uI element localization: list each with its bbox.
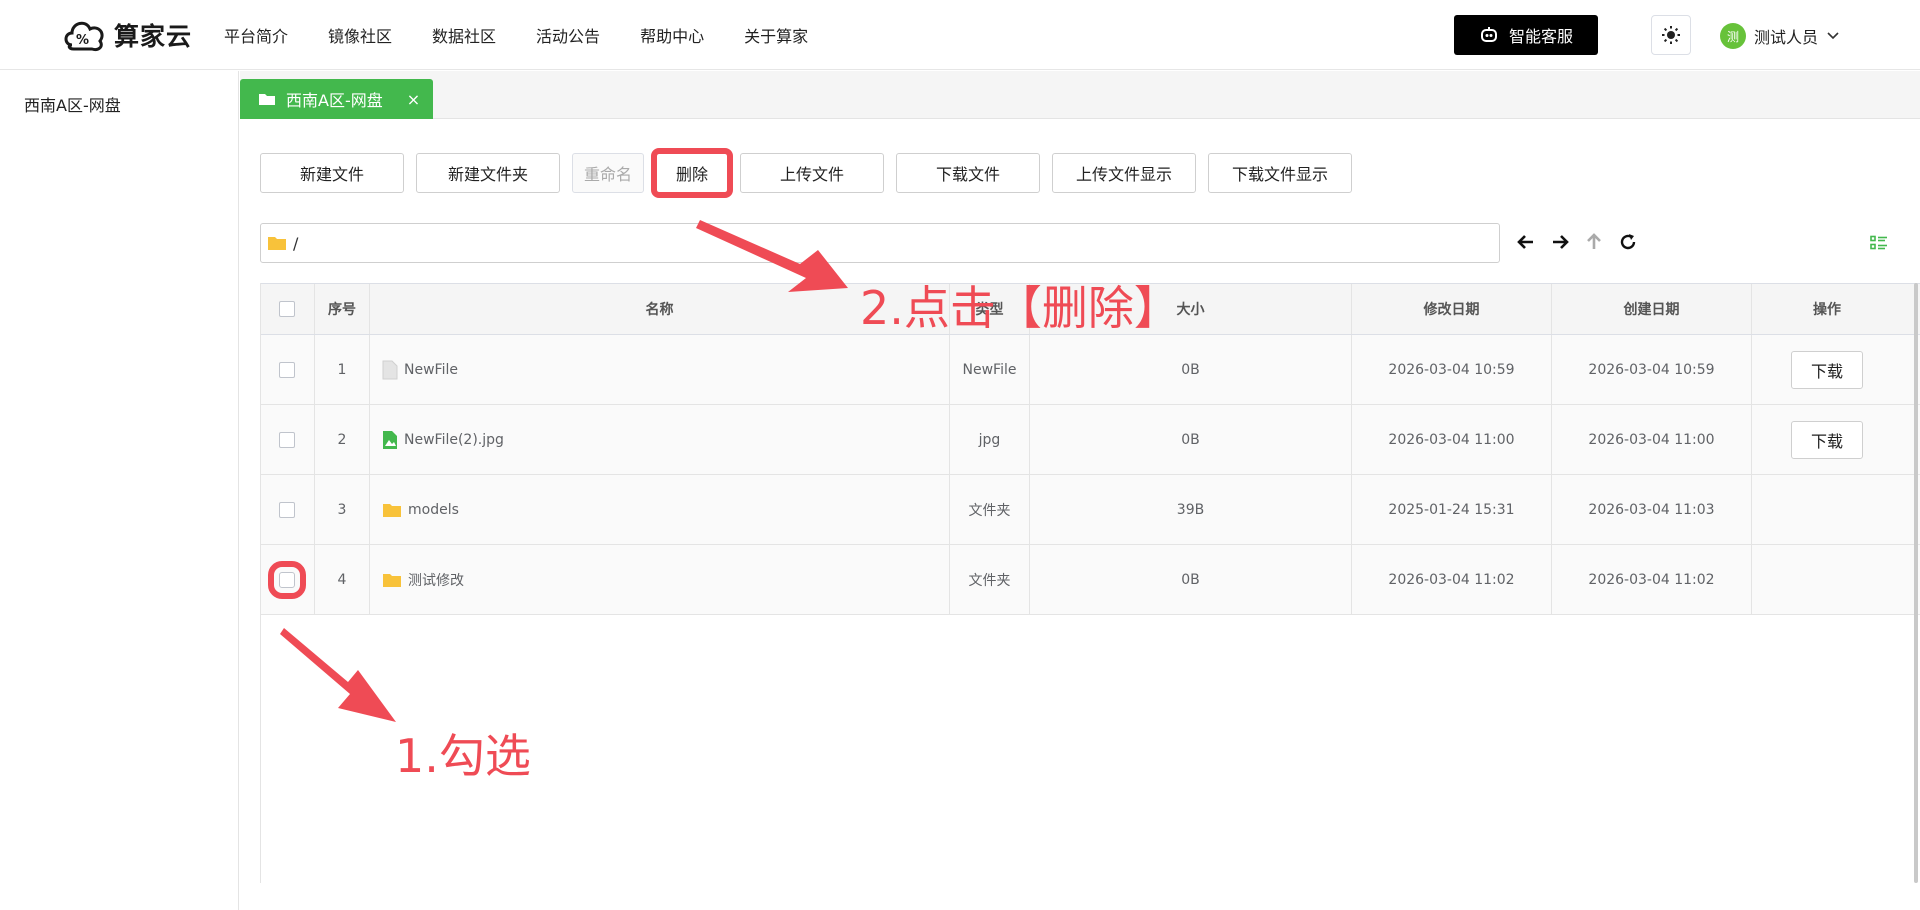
path-value: / xyxy=(293,233,299,253)
delete-button[interactable]: 删除 xyxy=(651,148,733,198)
tab-label: 西南A区-网盘 xyxy=(286,91,383,110)
table-row[interactable]: 2 NewFile(2).jpg jpg 0B 2026-03-04 11:00… xyxy=(260,405,1920,475)
row-index: 3 xyxy=(315,475,370,544)
nav-item-help[interactable]: 帮助中心 xyxy=(640,23,704,47)
file-icon xyxy=(382,360,398,379)
file-size: 0B xyxy=(1030,545,1352,614)
nav-item-events[interactable]: 活动公告 xyxy=(536,23,600,47)
rename-button[interactable]: 重命名 xyxy=(572,153,644,193)
file-name-link[interactable]: models xyxy=(382,502,459,518)
folder-icon xyxy=(383,503,401,517)
path-navigation xyxy=(1516,231,1638,253)
file-modified: 2026-03-04 11:00 xyxy=(1352,405,1552,474)
file-size: 39B xyxy=(1030,475,1352,544)
file-created: 2026-03-04 11:02 xyxy=(1552,545,1752,614)
sidebar: 西南A区-网盘 xyxy=(0,71,239,910)
file-toolbar: 新建文件 新建文件夹 重命名 删除 上传文件 下载文件 上传文件显示 下载文件显… xyxy=(260,148,1352,198)
header-actions: 操作 xyxy=(1813,302,1841,318)
upload-display-button[interactable]: 上传文件显示 xyxy=(1052,153,1196,193)
nav-item-images[interactable]: 镜像社区 xyxy=(328,23,392,47)
file-created: 2026-03-04 10:59 xyxy=(1552,335,1752,404)
file-name-link[interactable]: 测试修改 xyxy=(382,570,464,590)
nav-item-data[interactable]: 数据社区 xyxy=(432,23,496,47)
file-name: NewFile xyxy=(404,361,458,378)
refresh-icon[interactable] xyxy=(1618,231,1638,253)
row-index: 2 xyxy=(315,405,370,474)
header-index: 序号 xyxy=(315,284,370,334)
download-button[interactable]: 下载 xyxy=(1791,420,1863,459)
new-file-button[interactable]: 新建文件 xyxy=(260,153,404,193)
table-row[interactable]: 1 NewFile NewFile 0B 2026-03-04 10:59 20… xyxy=(260,335,1920,405)
file-type: 文件夹 xyxy=(950,545,1030,614)
file-name: NewFile(2).jpg xyxy=(404,431,504,448)
download-button[interactable]: 下载 xyxy=(1791,350,1863,389)
sidebar-item-southwest-a-disk[interactable]: 西南A区-网盘 xyxy=(24,92,121,116)
file-created: 2026-03-04 11:03 xyxy=(1552,475,1752,544)
close-icon[interactable]: × xyxy=(407,90,420,109)
nav-item-about[interactable]: 关于算家 xyxy=(744,23,808,47)
arrow-up-icon[interactable] xyxy=(1584,231,1604,253)
tab-southwest-a-disk[interactable]: 西南A区-网盘 × xyxy=(240,79,433,119)
svg-text:%: % xyxy=(76,33,89,48)
robot-icon xyxy=(1480,27,1497,42)
new-folder-button[interactable]: 新建文件夹 xyxy=(416,153,560,193)
header-modified[interactable]: 修改日期 xyxy=(1352,284,1552,334)
file-size: 0B xyxy=(1030,405,1352,474)
annotation-step-2: 2.点击【删除】 xyxy=(860,281,1180,335)
vertical-scrollbar[interactable] xyxy=(1914,283,1918,883)
theme-toggle-button[interactable] xyxy=(1651,15,1691,55)
file-name-link[interactable]: NewFile xyxy=(382,360,458,380)
folder-icon xyxy=(383,573,401,587)
file-name: 测试修改 xyxy=(408,572,464,589)
brand-name: 算家云 xyxy=(114,22,193,51)
smart-service-label: 智能客服 xyxy=(1508,27,1573,46)
row-index: 1 xyxy=(315,335,370,404)
top-navbar: % 算家云 平台简介 镜像社区 数据社区 活动公告 帮助中心 关于算家 智能客服 xyxy=(0,0,1920,70)
upload-file-button[interactable]: 上传文件 xyxy=(740,153,884,193)
chevron-down-icon xyxy=(1827,32,1839,40)
user-menu[interactable]: 测 测试人员 xyxy=(1720,23,1840,49)
arrow-right-icon[interactable] xyxy=(1550,231,1570,253)
row-actions xyxy=(1752,475,1902,544)
annotation-step-1: 1.勾选 xyxy=(395,729,531,783)
user-name: 测试人员 xyxy=(1754,28,1819,47)
file-size: 0B xyxy=(1030,335,1352,404)
file-modified: 2025-01-24 15:31 xyxy=(1352,475,1552,544)
row-index: 4 xyxy=(315,545,370,614)
folder-open-icon xyxy=(259,94,275,105)
row-checkbox[interactable] xyxy=(279,361,295,378)
file-modified: 2026-03-04 11:02 xyxy=(1352,545,1552,614)
path-input[interactable]: / xyxy=(260,223,1500,263)
file-created: 2026-03-04 11:00 xyxy=(1552,405,1752,474)
download-display-button[interactable]: 下载文件显示 xyxy=(1208,153,1352,193)
image-file-icon xyxy=(383,430,397,449)
main-nav: 平台简介 镜像社区 数据社区 活动公告 帮助中心 关于算家 xyxy=(224,0,848,70)
select-all-checkbox[interactable] xyxy=(279,301,295,317)
file-type: 文件夹 xyxy=(950,475,1030,544)
cloud-logo-icon: % xyxy=(64,21,104,51)
tab-bar: 西南A区-网盘 × xyxy=(240,71,1920,119)
file-name: models xyxy=(408,501,459,518)
avatar: 测 xyxy=(1720,23,1746,49)
download-file-button[interactable]: 下载文件 xyxy=(896,153,1040,193)
row-actions xyxy=(1752,545,1902,614)
nav-item-intro[interactable]: 平台简介 xyxy=(224,23,288,47)
file-type: jpg xyxy=(950,405,1030,474)
sun-icon xyxy=(1662,26,1680,44)
list-view-icon[interactable] xyxy=(1870,235,1888,255)
table-left-border xyxy=(260,283,261,883)
header-created[interactable]: 创建日期 xyxy=(1552,284,1752,334)
table-row[interactable]: 4 测试修改 文件夹 0B 2026-03-04 11:02 2026-03-0… xyxy=(260,545,1920,615)
file-name-link[interactable]: NewFile(2).jpg xyxy=(382,430,504,450)
file-modified: 2026-03-04 10:59 xyxy=(1352,335,1552,404)
row-checkbox[interactable] xyxy=(279,431,295,448)
row-checkbox[interactable] xyxy=(268,560,306,599)
row-checkbox[interactable] xyxy=(279,501,295,518)
file-type: NewFile xyxy=(950,335,1030,404)
arrow-left-icon[interactable] xyxy=(1516,231,1536,253)
folder-icon xyxy=(268,237,286,250)
brand-logo[interactable]: % 算家云 xyxy=(62,13,192,57)
table-row[interactable]: 3 models 文件夹 39B 2025-01-24 15:31 2026-0… xyxy=(260,475,1920,545)
smart-service-button[interactable]: 智能客服 xyxy=(1454,15,1598,55)
